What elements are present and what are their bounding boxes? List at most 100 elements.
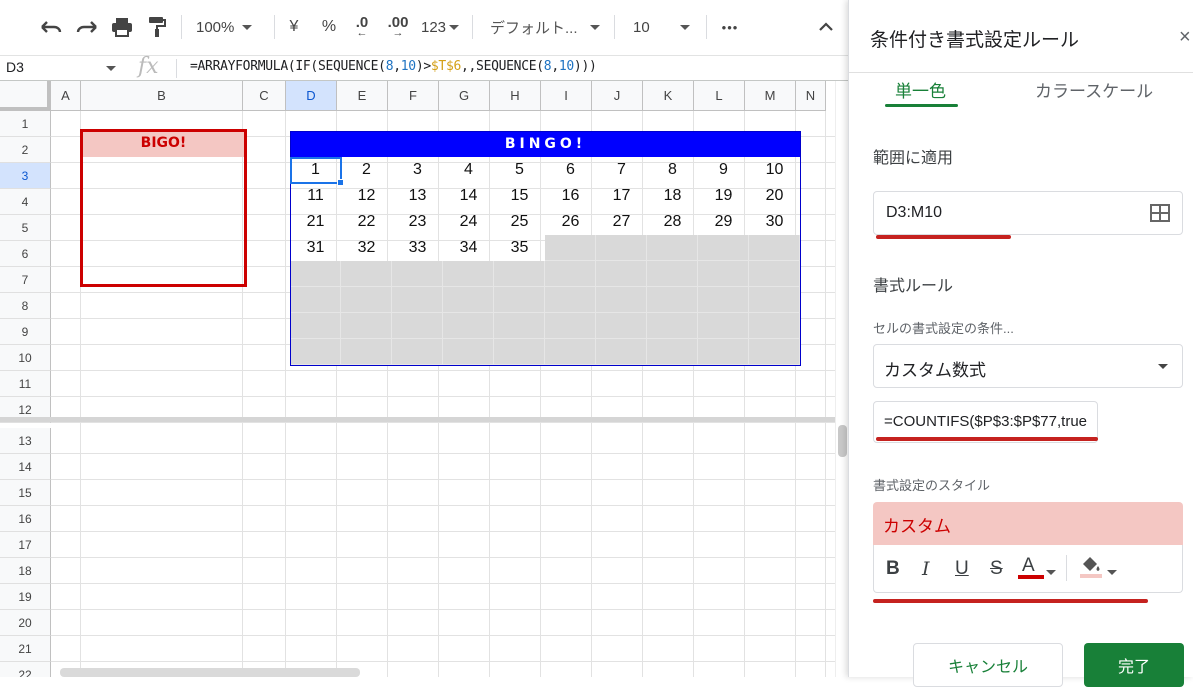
gridline-vertical xyxy=(825,111,826,677)
italic-button[interactable]: I xyxy=(922,558,930,580)
row-header-3[interactable]: 3 xyxy=(0,163,51,189)
condition-value: カスタム数式 xyxy=(884,361,986,380)
fill-handle[interactable] xyxy=(337,179,344,186)
column-header-l[interactable]: L xyxy=(694,81,745,111)
gridline-horizontal xyxy=(51,396,835,397)
decrease-decimal-button[interactable]: .0 ← xyxy=(350,14,374,40)
increase-decimal-button[interactable]: .00 → xyxy=(384,14,412,40)
cancel-button[interactable]: キャンセル xyxy=(913,643,1063,687)
tab-color-scale[interactable]: カラースケール xyxy=(1035,77,1153,102)
conditional-format-panel: 条件付き書式設定ルール × 単一色 カラースケール 範囲に適用 D3:M10 書… xyxy=(848,0,1193,687)
gridline-horizontal xyxy=(51,422,835,423)
paint-format-icon xyxy=(149,17,166,37)
gridline-horizontal xyxy=(51,635,835,636)
toolbar-divider xyxy=(274,15,275,39)
row-header-11[interactable]: 11 xyxy=(0,371,51,397)
paint-format-button[interactable] xyxy=(144,14,170,40)
column-header-m[interactable]: M xyxy=(745,81,796,111)
formula-part: ,,SEQUENCE( xyxy=(461,59,544,74)
frozen-rows-divider[interactable] xyxy=(0,417,835,422)
arrow-left-icon: ← xyxy=(356,27,368,39)
row-header-6[interactable]: 6 xyxy=(0,241,51,267)
horizontal-scroll-thumb[interactable] xyxy=(60,668,360,677)
style-preview[interactable]: カスタム xyxy=(873,502,1183,545)
grid-select-icon[interactable] xyxy=(1150,204,1170,222)
gridline-horizontal xyxy=(51,661,835,662)
column-header-h[interactable]: H xyxy=(490,81,541,111)
column-header-j[interactable]: J xyxy=(592,81,643,111)
print-button[interactable] xyxy=(109,14,135,40)
column-header-c[interactable]: C xyxy=(243,81,286,111)
row-header-20[interactable]: 20 xyxy=(0,610,51,636)
underline-button[interactable]: U xyxy=(955,558,969,580)
more-icon: ••• xyxy=(721,19,739,35)
row-header-10[interactable]: 10 xyxy=(0,345,51,371)
row-header-18[interactable]: 18 xyxy=(0,558,51,584)
more-button[interactable]: ••• xyxy=(717,14,743,40)
bold-button[interactable]: B xyxy=(886,558,900,580)
column-header-f[interactable]: F xyxy=(388,81,439,111)
toolbar-divider xyxy=(472,15,473,39)
row-header-8[interactable]: 8 xyxy=(0,293,51,319)
text-color-button[interactable]: A xyxy=(1018,555,1044,579)
currency-label: ¥ xyxy=(289,18,299,35)
highlight-underline xyxy=(876,235,1011,239)
font-select[interactable]: デフォルト... xyxy=(490,14,606,40)
collapse-toolbar-button[interactable] xyxy=(814,14,838,40)
select-all-corner[interactable] xyxy=(0,81,51,111)
spreadsheet-grid[interactable]: ABCDEFGHIJKLMN 1 2 3 4 5 6 7 8 9 10 11 12 13 14 15 16 17… xyxy=(0,81,835,677)
condition-select[interactable]: カスタム数式 xyxy=(873,344,1183,388)
formula-input[interactable]: =ARRAYFORMULA(IF(SEQUENCE(8,10)>$T$6,,SE… xyxy=(190,59,597,74)
arrow-right-icon: → xyxy=(392,27,404,39)
row-header-13[interactable]: 13 xyxy=(0,428,51,454)
chevron-down-icon[interactable] xyxy=(1107,570,1117,575)
row-header-19[interactable]: 19 xyxy=(0,584,51,610)
percent-format-button[interactable]: % xyxy=(318,14,340,40)
number-format-label: 123 xyxy=(421,18,447,36)
column-header-b[interactable]: B xyxy=(81,81,243,111)
column-header-k[interactable]: K xyxy=(643,81,694,111)
done-button[interactable]: 完了 xyxy=(1084,643,1184,687)
row-header-5[interactable]: 5 xyxy=(0,215,51,241)
row-header-16[interactable]: 16 xyxy=(0,506,51,532)
undo-button[interactable] xyxy=(38,14,64,40)
row-header-14[interactable]: 14 xyxy=(0,454,51,480)
column-header-g[interactable]: G xyxy=(439,81,490,111)
column-header-e[interactable]: E xyxy=(337,81,388,111)
vertical-scroll-thumb[interactable] xyxy=(838,425,847,457)
number-format-select[interactable]: 123 xyxy=(421,14,465,40)
gridline-horizontal xyxy=(51,370,835,371)
column-header-d[interactable]: D xyxy=(286,81,337,111)
column-header-i[interactable]: I xyxy=(541,81,592,111)
zoom-select[interactable]: 100% xyxy=(196,14,266,40)
close-icon[interactable]: × xyxy=(1179,26,1191,49)
redo-button[interactable] xyxy=(74,14,100,40)
row-header-9[interactable]: 9 xyxy=(0,319,51,345)
row-header-4[interactable]: 4 xyxy=(0,189,51,215)
font-size-select[interactable]: 10 xyxy=(633,14,698,40)
row-header-15[interactable]: 15 xyxy=(0,480,51,506)
tab-single-color[interactable]: 単一色 xyxy=(895,77,946,102)
row-header-21[interactable]: 21 xyxy=(0,636,51,662)
chevron-down-icon xyxy=(242,24,253,30)
row-header-7[interactable]: 7 xyxy=(0,267,51,293)
row-header-17[interactable]: 17 xyxy=(0,532,51,558)
range-input[interactable]: D3:M10 xyxy=(873,191,1183,235)
row-header-2[interactable]: 2 xyxy=(0,137,51,163)
row-header-1[interactable]: 1 xyxy=(0,111,51,137)
panel-title: 条件付き書式設定ルール xyxy=(870,30,1080,51)
formula-part: $T$6 xyxy=(430,59,461,74)
strikethrough-button[interactable]: S xyxy=(990,558,1003,580)
chevron-down-icon[interactable] xyxy=(1046,570,1056,575)
column-header-a[interactable]: A xyxy=(51,81,81,111)
fill-color-button[interactable] xyxy=(1080,555,1102,584)
name-box[interactable]: D3 xyxy=(0,56,124,81)
bigo-box xyxy=(80,129,247,287)
font-label: デフォルト... xyxy=(490,19,578,37)
column-header-n[interactable]: N xyxy=(796,81,826,111)
vertical-scrollbar[interactable] xyxy=(835,81,848,677)
row-header-22[interactable]: 22 xyxy=(0,662,51,677)
chevron-down-icon xyxy=(106,66,116,71)
formula-divider xyxy=(176,59,177,78)
currency-format-button[interactable]: ¥ xyxy=(283,14,305,40)
